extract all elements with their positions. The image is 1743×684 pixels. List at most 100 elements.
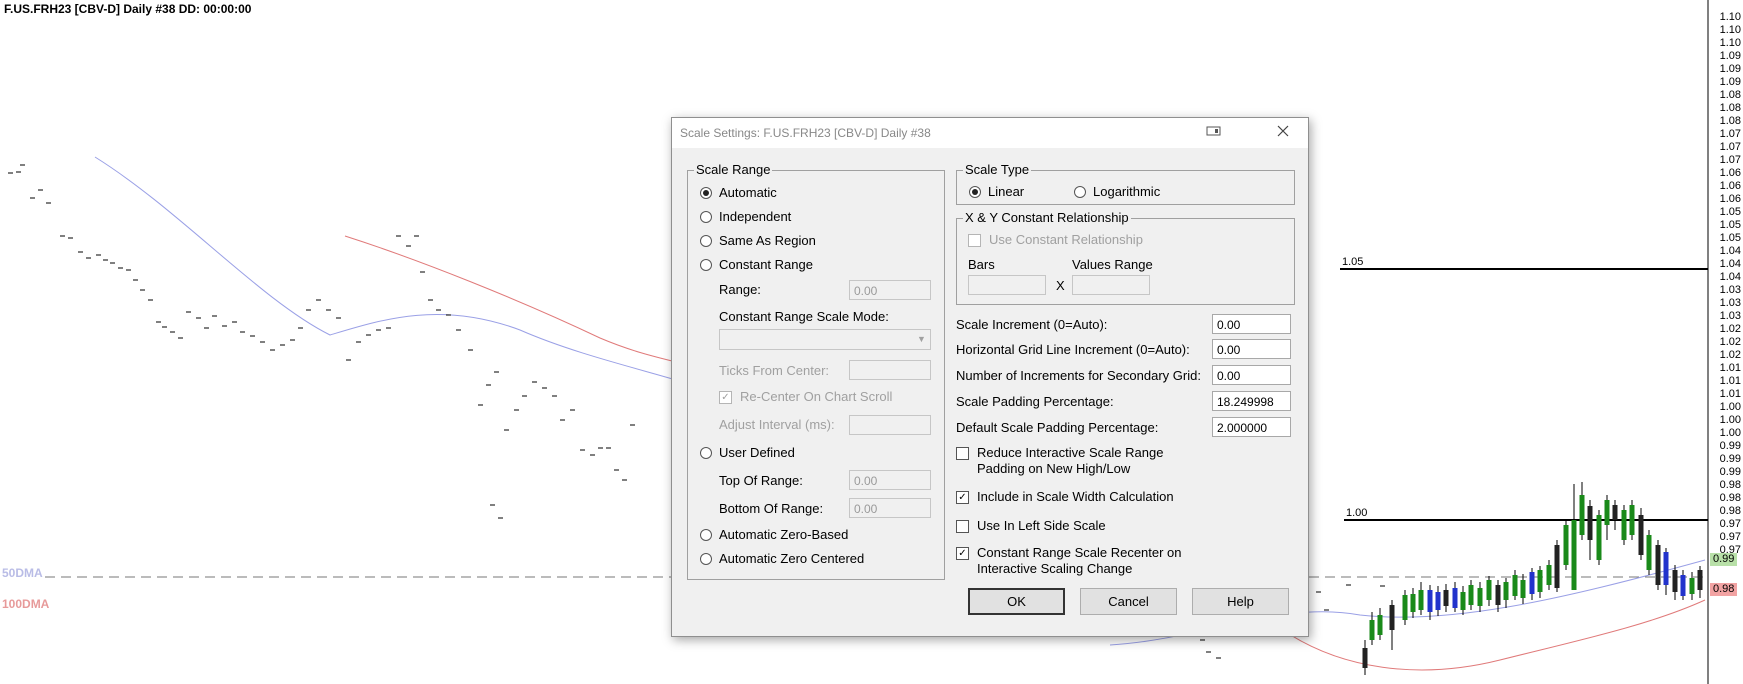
- radio-logarithmic[interactable]: Logarithmic: [1074, 184, 1160, 199]
- recenter-scroll-checkbox[interactable]: ✓ Re-Center On Chart Scroll: [719, 389, 892, 404]
- axis-tick-label: 0.97: [1719, 531, 1741, 543]
- candle-body: [1646, 535, 1652, 570]
- adjust-label: Adjust Interval (ms):: [719, 417, 835, 432]
- scale-increment-field[interactable]: 0.00: [1212, 314, 1291, 334]
- axis-tick-label: 0.99: [1719, 440, 1741, 452]
- axis-tick-label: 1.09: [1719, 76, 1741, 88]
- axis-tick-label: 1.07: [1719, 154, 1741, 166]
- xy-relationship-group: X & Y Constant Relationship Use Constant…: [956, 210, 1295, 305]
- reduce-padding-checkbox[interactable]: Reduce Interactive Scale Range Padding o…: [956, 445, 1186, 477]
- candle-body: [1697, 570, 1703, 590]
- left-side-scale-checkbox[interactable]: Use In Left Side Scale: [956, 518, 1106, 533]
- axis-tick-label: 1.03: [1719, 284, 1741, 296]
- candle-body: [1512, 575, 1518, 596]
- radio-same-as-region[interactable]: Same As Region: [700, 233, 816, 248]
- candle-body: [1486, 580, 1492, 600]
- bottom-of-range-field[interactable]: 0.00: [849, 498, 931, 518]
- range-label: Range:: [719, 282, 761, 297]
- dialog-titlebar[interactable]: Scale Settings: F.US.FRH23 [CBV-D] Daily…: [672, 118, 1308, 148]
- axis-tick-label: 1.05: [1719, 206, 1741, 218]
- axis-tick-label: 1.04: [1719, 271, 1741, 283]
- default-padding-field[interactable]: 2.000000: [1212, 417, 1291, 437]
- axis-tick-label: 1.02: [1719, 323, 1741, 335]
- candle-body: [1587, 506, 1593, 540]
- candle-body: [1629, 505, 1635, 535]
- crsm-label: Constant Range Scale Mode:: [719, 309, 889, 324]
- radio-label: User Defined: [719, 445, 795, 460]
- axis-tick-label: 1.00: [1719, 401, 1741, 413]
- candle-body: [1460, 592, 1466, 610]
- axis-tick-label: 1.02: [1719, 349, 1741, 361]
- bars-field[interactable]: [968, 275, 1046, 295]
- radio-user-defined[interactable]: User Defined: [700, 445, 795, 460]
- check-icon: ✓: [956, 547, 969, 560]
- scale-type-legend: Scale Type: [963, 162, 1032, 177]
- candle-body: [1443, 590, 1449, 606]
- close-icon[interactable]: [1272, 122, 1294, 144]
- radio-linear[interactable]: Linear: [969, 184, 1024, 199]
- radio-independent[interactable]: Independent: [700, 209, 791, 224]
- radio-label: Same As Region: [719, 233, 816, 248]
- hgrid-field[interactable]: 0.00: [1212, 339, 1291, 359]
- cancel-button[interactable]: Cancel: [1080, 588, 1177, 615]
- crsm-select[interactable]: ▼: [719, 329, 931, 350]
- axis-tick-label: 1.10: [1719, 37, 1741, 49]
- recenter-interactive-checkbox[interactable]: ✓ Constant Range Scale Recenter on Intera…: [956, 545, 1186, 577]
- padding-label: Scale Padding Percentage:: [956, 394, 1114, 409]
- radio-label: Independent: [719, 209, 792, 224]
- values-range-field[interactable]: [1072, 275, 1150, 295]
- chevron-down-icon: ▼: [917, 334, 926, 344]
- xy-legend: X & Y Constant Relationship: [963, 210, 1131, 225]
- radio-automatic[interactable]: Automatic: [700, 185, 777, 200]
- hline-label-100: 1.00: [1346, 507, 1368, 519]
- radio-label: Constant Range: [719, 257, 813, 272]
- radio-label: Automatic Zero Centered: [719, 551, 865, 566]
- axis-tick-label: 1.01: [1719, 375, 1741, 387]
- candle-body: [1477, 588, 1483, 606]
- axis-tick-label: 1.06: [1719, 180, 1741, 192]
- check-icon: ✓: [956, 491, 969, 504]
- candle-body: [1554, 545, 1560, 588]
- axis-tick-label: 1.03: [1719, 310, 1741, 322]
- radio-auto-zero-based[interactable]: Automatic Zero-Based: [700, 527, 848, 542]
- radio-constant-range[interactable]: Constant Range: [700, 257, 813, 272]
- padding-field[interactable]: 18.249998: [1212, 391, 1291, 411]
- radio-label: Linear: [988, 184, 1025, 199]
- radio-dot: [700, 186, 712, 199]
- hline-label-105: 1.05: [1342, 256, 1364, 268]
- top-of-range-field[interactable]: 0.00: [849, 470, 931, 490]
- candle-body: [1563, 525, 1569, 565]
- ok-button[interactable]: OK: [968, 588, 1065, 615]
- axis-tick-label: 1.01: [1719, 362, 1741, 374]
- last-price-tag: 0.99: [1710, 553, 1738, 567]
- checkbox-box: [968, 234, 981, 247]
- axis-tick-label: 1.02: [1719, 336, 1741, 348]
- scale-increment-label: Scale Increment (0=Auto):: [956, 317, 1108, 332]
- scale-range-legend: Scale Range: [694, 162, 773, 177]
- restore-icon[interactable]: [1203, 122, 1225, 144]
- adjust-field[interactable]: [849, 415, 931, 435]
- check-label: Use In Left Side Scale: [977, 518, 1106, 533]
- check-label: Re-Center On Chart Scroll: [740, 389, 893, 404]
- radio-label: Logarithmic: [1093, 184, 1161, 199]
- ma50-label: 50DMA: [2, 566, 43, 580]
- ticks-field[interactable]: [849, 360, 931, 380]
- candle-body: [1402, 595, 1408, 620]
- include-width-checkbox[interactable]: ✓ Include in Scale Width Calculation: [956, 489, 1174, 504]
- candle-body: [1680, 575, 1686, 596]
- candle-body: [1520, 580, 1526, 598]
- candle-body: [1389, 605, 1395, 630]
- axis-tick-label: 1.01: [1719, 388, 1741, 400]
- hgrid-label: Horizontal Grid Line Increment (0=Auto):: [956, 342, 1190, 357]
- secondary-grid-field[interactable]: 0.00: [1212, 365, 1291, 385]
- axis-tick-label: 0.97: [1719, 518, 1741, 530]
- checkbox-box: [956, 447, 969, 460]
- radio-auto-zero-centered[interactable]: Automatic Zero Centered: [700, 551, 864, 566]
- axis-tick-label: 1.10: [1719, 11, 1741, 23]
- use-constant-relationship-checkbox[interactable]: Use Constant Relationship: [968, 232, 1143, 247]
- axis-tick-label: 1.09: [1719, 63, 1741, 75]
- range-field[interactable]: 0.00: [849, 280, 931, 300]
- scale-settings-dialog: Scale Settings: F.US.FRH23 [CBV-D] Daily…: [671, 117, 1309, 637]
- help-button[interactable]: Help: [1192, 588, 1289, 615]
- check-label: Include in Scale Width Calculation: [977, 489, 1174, 504]
